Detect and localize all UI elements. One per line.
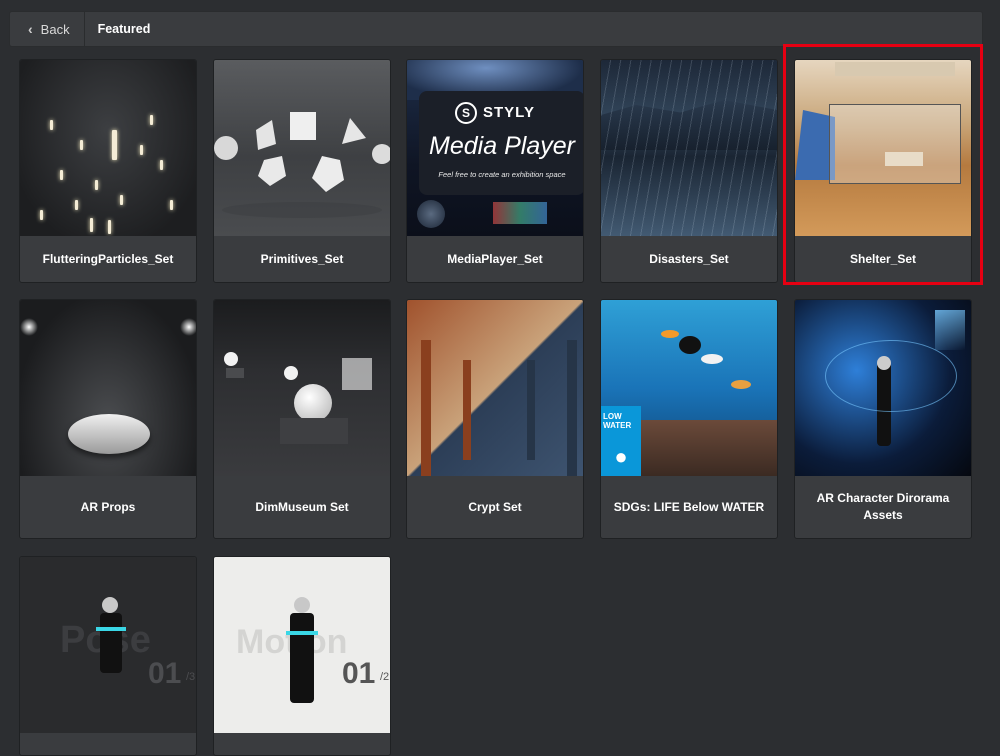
asset-thumbnail — [601, 60, 777, 236]
asset-title: FlutteringParticles_Set — [42, 251, 174, 266]
asset-title: Crypt Set — [468, 499, 522, 514]
asset-card-crypt[interactable]: Crypt Set — [406, 299, 584, 539]
media-heading: Media Player — [429, 132, 575, 160]
asset-title: MediaPlayer_Set — [447, 251, 543, 266]
asset-thumbnail — [795, 300, 971, 476]
pose-suffix: /3 — [186, 671, 196, 683]
chevron-left-icon: ‹ — [28, 21, 33, 37]
asset-thumbnail — [20, 300, 196, 476]
asset-card-motion[interactable]: Motion 01 /2 — [213, 556, 391, 756]
asset-thumbnail: S STYLY Media Player Feel free to create… — [407, 60, 583, 236]
back-button[interactable]: ‹ Back — [10, 12, 85, 46]
asset-thumbnail — [214, 60, 390, 236]
styly-logo-icon: S — [455, 102, 477, 124]
asset-title: Primitives_Set — [260, 251, 344, 266]
asset-card-disasters[interactable]: Disasters_Set — [600, 59, 778, 283]
motion-number: 01 — [342, 657, 376, 690]
back-label: Back — [40, 21, 70, 37]
asset-thumbnail: Pose 01 /3 — [20, 557, 196, 733]
breadcrumb: Featured — [97, 22, 151, 36]
asset-thumbnail — [407, 300, 583, 476]
asset-title: DimMuseum Set — [255, 499, 349, 514]
asset-card-ar-character[interactable]: AR Character Dirorama Assets — [794, 299, 972, 539]
asset-card-dimmuseum[interactable]: DimMuseum Set — [213, 299, 391, 539]
asset-thumbnail: LOW WATER ● — [601, 300, 777, 476]
asset-card-flutteringparticles[interactable]: FlutteringParticles_Set — [19, 59, 197, 283]
media-brand: STYLY — [483, 104, 535, 121]
asset-thumbnail — [795, 60, 971, 236]
media-tagline: Feel free to create an exhibition space — [438, 170, 566, 179]
asset-title: AR Props — [80, 499, 136, 514]
asset-thumbnail — [214, 300, 390, 476]
top-bar: ‹ Back Featured — [9, 11, 983, 47]
asset-title: Shelter_Set — [849, 251, 917, 266]
motion-suffix: /2 — [380, 671, 390, 683]
asset-card-ar-props[interactable]: AR Props — [19, 299, 197, 539]
asset-thumbnail — [20, 60, 196, 236]
asset-card-mediaplayer[interactable]: S STYLY Media Player Feel free to create… — [406, 59, 584, 283]
asset-card-primitives[interactable]: Primitives_Set — [213, 59, 391, 283]
asset-card-sdgs[interactable]: LOW WATER ● SDGs: LIFE Below WATER — [600, 299, 778, 539]
asset-card-shelter[interactable]: Shelter_Set — [794, 59, 972, 283]
pose-number: 01 — [148, 657, 182, 690]
asset-title: AR Character Dirorama Assets — [816, 491, 950, 522]
asset-title: SDGs: LIFE Below WATER — [613, 499, 765, 514]
asset-card-pose[interactable]: Pose 01 /3 — [19, 556, 197, 756]
asset-title: Disasters_Set — [649, 251, 729, 266]
sdg-goal-badge: LOW WATER ● — [601, 406, 641, 476]
asset-thumbnail: Motion 01 /2 — [214, 557, 390, 733]
